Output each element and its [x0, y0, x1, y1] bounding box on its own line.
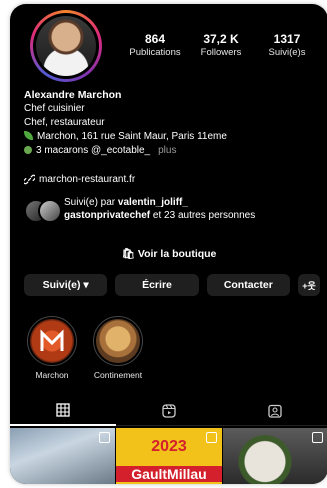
macarons-text[interactable]: 3 macarons @_ecotable_ [36, 145, 150, 156]
post-thumbnail[interactable] [222, 428, 327, 484]
contact-button[interactable]: Contacter [206, 274, 290, 296]
add-person-button[interactable]: +웃 [297, 274, 320, 296]
shop-icon: 🛍 [121, 248, 135, 260]
highlight-label: Continement [93, 370, 143, 380]
highlight-cover [30, 319, 74, 363]
tagged-person-icon [268, 404, 282, 418]
posts-grid: 2023 GaultMillau [10, 428, 327, 484]
tab-posts[interactable] [10, 396, 116, 426]
more-link[interactable]: plus [158, 145, 176, 156]
stat-label: Followers [200, 47, 242, 58]
highlight-label: Marchon [35, 370, 69, 380]
website-text: marchon-restaurant.fr [39, 174, 136, 185]
reel-icon [311, 432, 323, 443]
stat-value: 864 [144, 32, 166, 46]
highlight-continement[interactable]: Continement [88, 316, 148, 380]
reel-icon [205, 432, 217, 443]
website-link[interactable]: marchon-restaurant.fr [24, 174, 135, 185]
tab-reels[interactable] [116, 396, 222, 426]
follower-avatars [24, 196, 62, 223]
profile-tabs [10, 396, 327, 426]
reel-icon [99, 432, 111, 443]
stat-label: Publications [129, 47, 181, 58]
followed-user-2: gastonprivatechef [64, 210, 151, 221]
profile-screen: 864 Publications 37,2 K Followers 1317 S… [10, 4, 327, 484]
followed-user-1: valentin_joliff_ [117, 197, 188, 208]
followed-prefix: Suivi(e) par [64, 197, 116, 208]
highlight-marchon[interactable]: Marchon [22, 316, 82, 380]
address-text: Marchon, 161 rue Saint Maur, Paris 11eme [37, 131, 227, 142]
stat-value: 37,2 K [203, 32, 239, 46]
link-icon [24, 174, 35, 185]
marchon-logo-icon [40, 329, 64, 351]
stat-value: 1317 [273, 32, 301, 46]
avatar-photo [36, 16, 96, 76]
message-button[interactable]: Écrire [115, 274, 199, 296]
tab-tagged[interactable] [222, 396, 327, 426]
gaultmillau-logo: GaultMillau [116, 466, 222, 482]
grid-icon [56, 403, 70, 417]
leaf-icon [24, 131, 33, 140]
bio-line: Chef, restaurateur [24, 117, 105, 128]
profile-bio: Alexandre Marchon Chef cuisinier Chef, r… [24, 88, 320, 158]
profile-name: Alexandre Marchon [24, 89, 122, 101]
profile-avatar[interactable] [30, 10, 102, 82]
followed-suffix: et 23 autres personnes [152, 210, 256, 221]
bio-line: Chef cuisinier [24, 103, 85, 114]
highlight-cover [96, 319, 140, 363]
green-ball-icon [24, 146, 32, 154]
bio-line-macarons: 3 macarons @_ecotable_ plus [24, 144, 320, 158]
avatar [38, 199, 62, 223]
reels-icon [162, 403, 176, 418]
stat-label: Suivi(e)s [268, 47, 306, 58]
bio-line-address: Marchon, 161 rue Saint Maur, Paris 11eme [24, 130, 320, 144]
post-thumbnail[interactable] [10, 428, 116, 484]
stat-followers[interactable]: 37,2 K Followers [186, 32, 256, 58]
following-button[interactable]: Suivi(e) ▾ [24, 274, 108, 296]
stat-following[interactable]: 1317 Suivi(e)s [252, 32, 322, 58]
stat-publications[interactable]: 864 Publications [120, 32, 190, 58]
post-thumbnail[interactable]: 2023 GaultMillau [116, 428, 222, 484]
followed-by[interactable]: Suivi(e) par valentin_joliff_ gastonpriv… [24, 196, 314, 223]
profile-actions: Suivi(e) ▾ Écrire Contacter +웃 [24, 274, 320, 296]
view-shop-button[interactable]: 🛍 Voir la boutique [10, 247, 327, 260]
followed-text: Suivi(e) par valentin_joliff_ gastonpriv… [64, 196, 314, 222]
shop-label: Voir la boutique [137, 248, 217, 260]
